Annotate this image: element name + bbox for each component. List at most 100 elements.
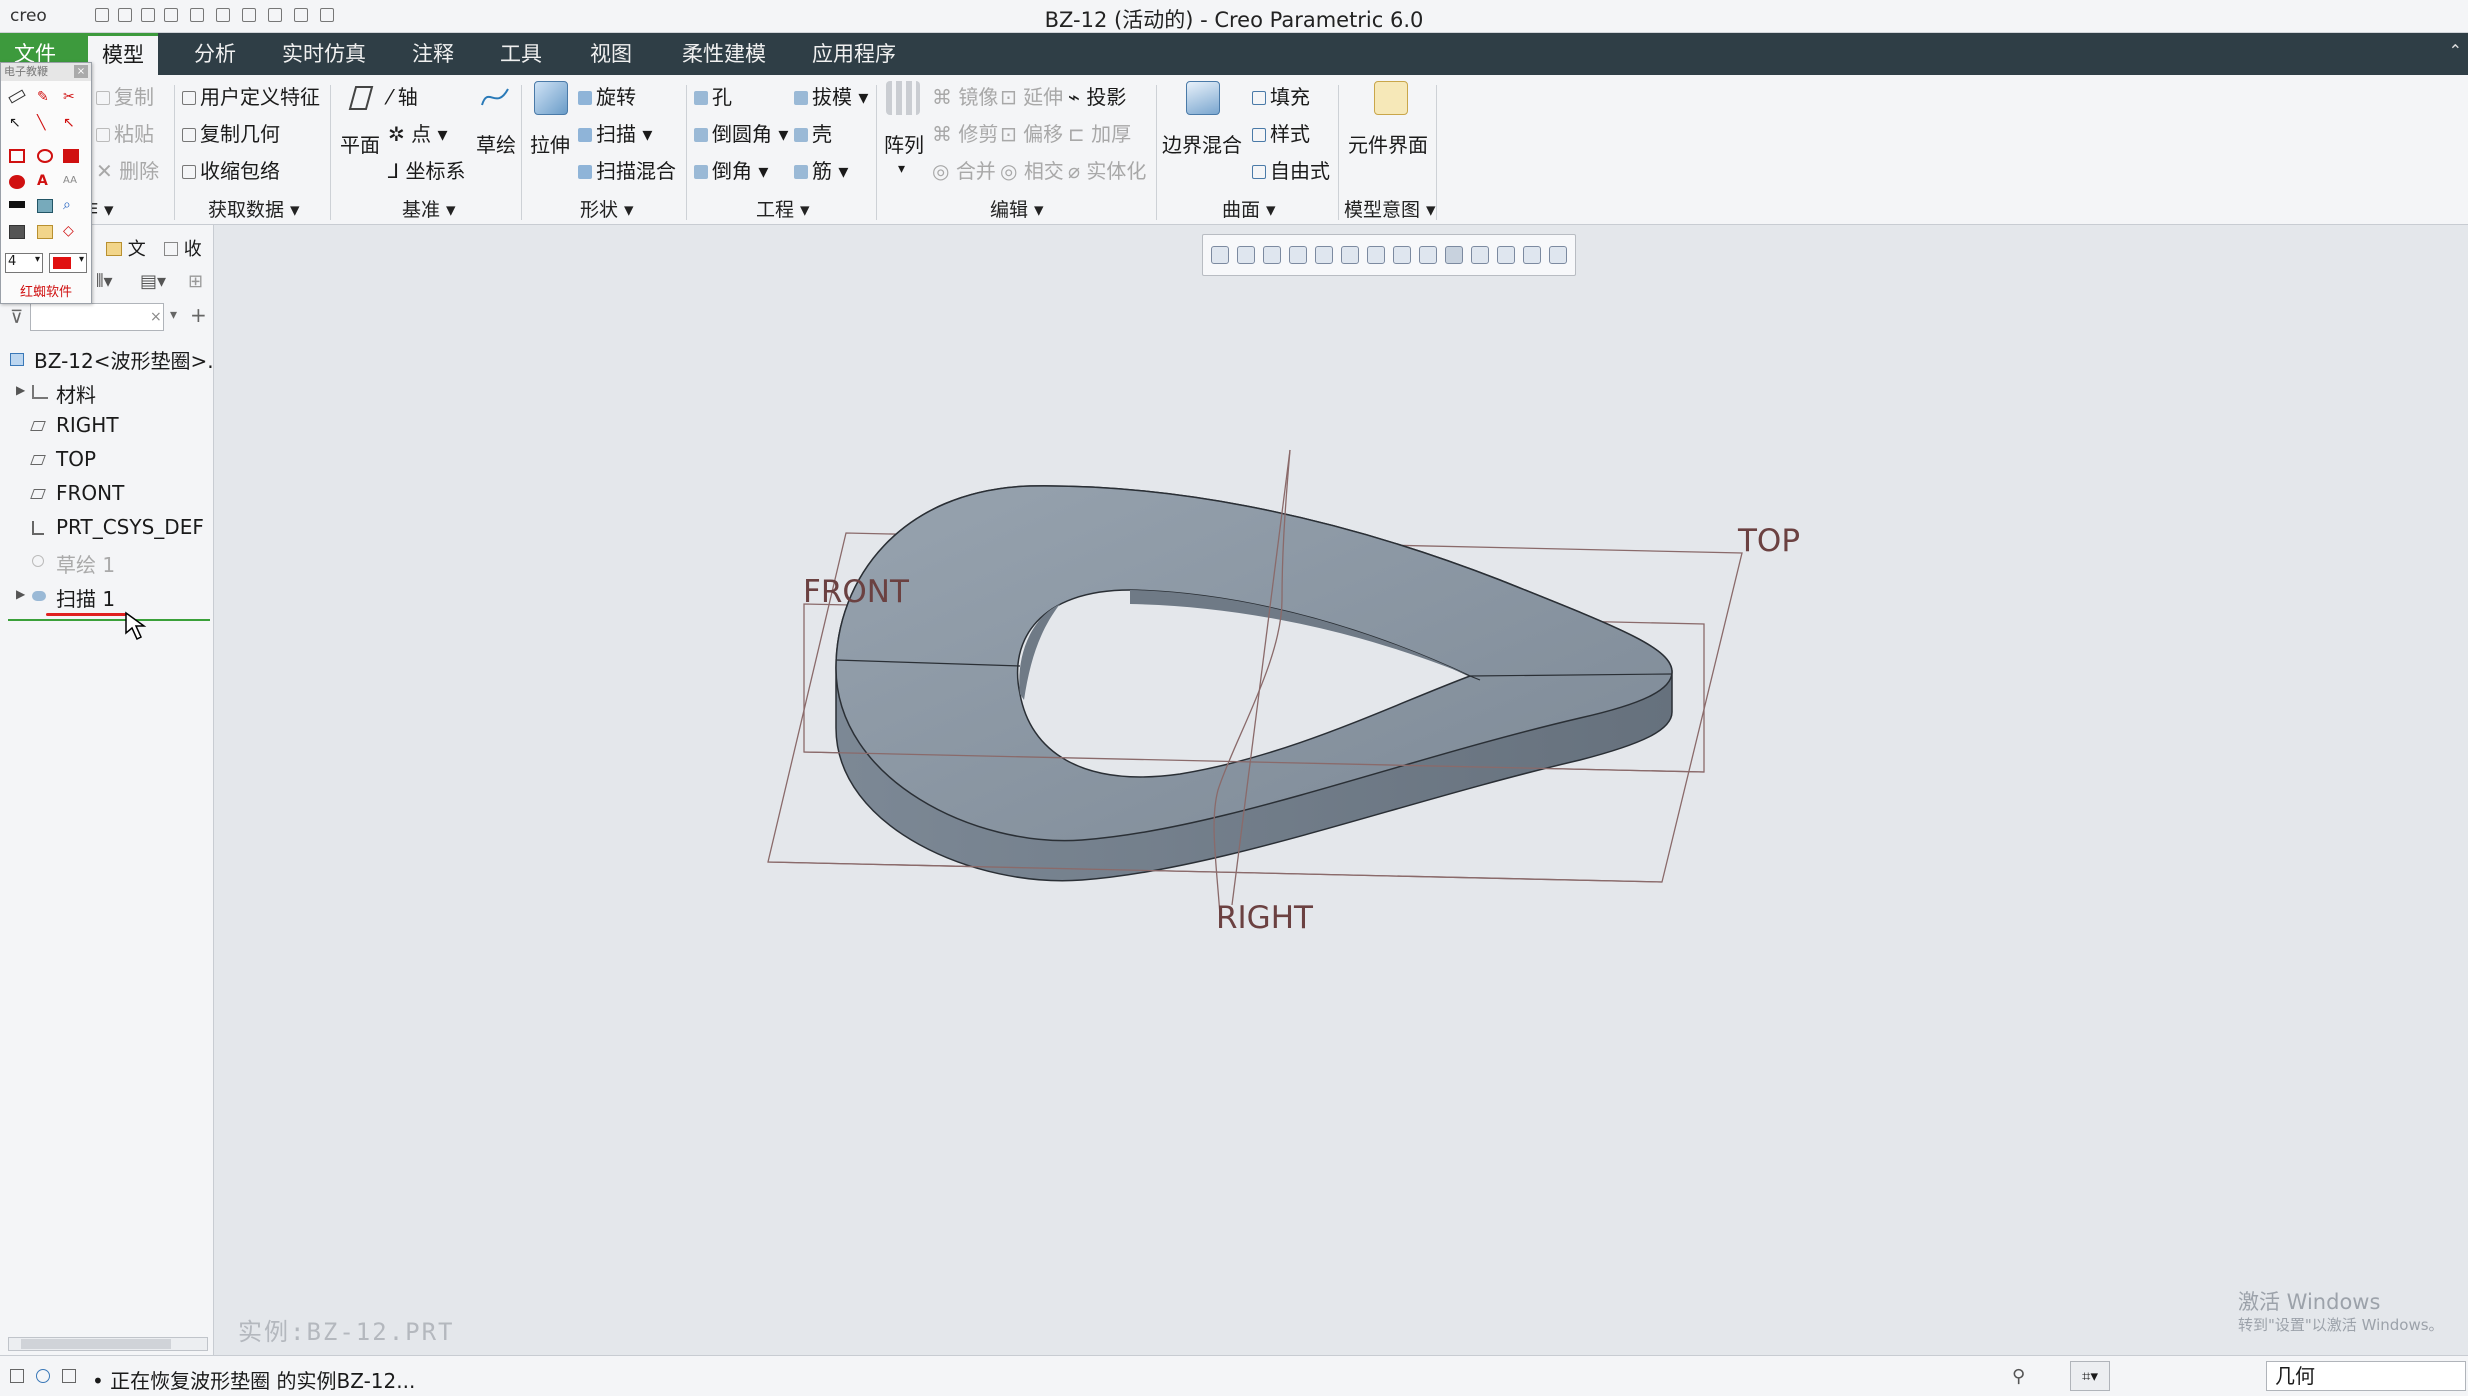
tab-model[interactable]: 模型 — [88, 33, 158, 75]
tree-item-csys[interactable]: PRT_CSYS_DEF — [0, 515, 214, 545]
tree-item-part[interactable]: BZ-12<波形垫圈>. — [0, 345, 214, 375]
hole-button[interactable]: 孔 — [694, 81, 732, 110]
navigator-toggle-icon[interactable] — [10, 1369, 24, 1383]
tree-settings-icon[interactable]: ▤▾ — [140, 271, 166, 292]
top-datum-label[interactable]: TOP — [1738, 523, 1800, 559]
tree-item-front[interactable]: FRONT — [0, 481, 214, 511]
intersect-button[interactable]: ◎ 相交 — [1000, 155, 1064, 184]
style-button[interactable]: 样式 — [1252, 118, 1310, 147]
datum-group-label[interactable]: 基准 ▾ — [402, 195, 456, 222]
shapes-group-label[interactable]: 形状 ▾ — [580, 195, 634, 222]
search-dropdown-icon[interactable]: ▾ — [170, 307, 177, 323]
shell-button[interactable]: 壳 — [794, 118, 832, 147]
pattern-dropdown-icon[interactable]: ▾ — [898, 161, 905, 177]
graphics-viewport[interactable] — [214, 225, 2468, 1355]
browser-toggle-icon[interactable] — [36, 1369, 50, 1383]
close-window-icon[interactable] — [294, 8, 308, 22]
rectangle-tool-icon[interactable] — [9, 149, 25, 163]
tab-tools[interactable]: 工具 — [486, 33, 556, 75]
quick-access-more-icon[interactable] — [320, 8, 334, 22]
save-icon[interactable] — [164, 8, 178, 22]
expand-arrow-icon[interactable]: ▶ — [16, 587, 25, 601]
font-size-icon[interactable]: AA — [63, 175, 79, 189]
paste-button[interactable]: 粘贴 — [96, 118, 154, 147]
shrinkwrap-button[interactable]: 收缩包络 — [182, 155, 280, 184]
clear-search-icon[interactable]: × — [150, 309, 162, 325]
ribbon-collapse-icon[interactable]: ⌃ — [2449, 41, 2462, 60]
tab-folder-browser[interactable]: 文 — [106, 235, 146, 261]
solidify-button[interactable]: ⌀ 实体化 — [1068, 155, 1146, 184]
regen-status-icon[interactable]: ⚲ — [2012, 1366, 2025, 1387]
trim-button[interactable]: ⌘ 修剪 — [932, 118, 998, 147]
line-tool-icon[interactable]: ╲ — [37, 115, 53, 131]
csys-button[interactable]: ⅃ 坐标系 — [388, 155, 466, 184]
new-file-icon[interactable] — [95, 8, 109, 22]
plane-button[interactable]: 平面 — [340, 129, 380, 158]
add-filter-icon[interactable]: + — [190, 303, 207, 327]
insert-indicator[interactable] — [8, 619, 210, 621]
pen-icon[interactable]: ✎ — [37, 89, 53, 105]
filled-ellipse-icon[interactable] — [9, 175, 25, 189]
tree-filter-settings-icon[interactable]: ⊞ — [188, 271, 203, 292]
palette-close-icon[interactable]: × — [74, 65, 88, 78]
tree-columns-icon[interactable]: ⫴▾ — [96, 271, 113, 292]
point-button[interactable]: ✲ 点 ▾ — [388, 118, 448, 147]
expand-arrow-icon[interactable]: ▶ — [16, 383, 25, 397]
offset-button[interactable]: ⊡ 偏移 — [1000, 118, 1063, 147]
filled-rectangle-icon[interactable] — [63, 149, 79, 163]
tree-search-input[interactable] — [30, 303, 164, 331]
mirror-button[interactable]: ⌘ 镜像 — [932, 81, 998, 110]
color-select[interactable]: ▾ — [49, 253, 87, 273]
engineering-group-label[interactable]: 工程 ▾ — [756, 195, 810, 222]
horizontal-scrollbar[interactable] — [8, 1337, 208, 1351]
pattern-button[interactable]: 阵列 — [884, 129, 924, 158]
boundary-blend-button[interactable]: 边界混合 — [1162, 129, 1242, 158]
copy-button[interactable]: 复制 — [96, 81, 154, 110]
arrow-tool-icon[interactable]: ↖ — [63, 115, 79, 131]
extrude-button[interactable]: 拉伸 — [530, 129, 570, 158]
swept-blend-button[interactable]: 扫描混合 — [578, 155, 676, 184]
tab-flexible-modeling[interactable]: 柔性建模 — [668, 33, 780, 75]
selection-filter-dropdown[interactable]: 几何 — [2266, 1361, 2466, 1391]
text-tool-icon[interactable]: A — [37, 173, 53, 189]
ellipse-tool-icon[interactable] — [37, 149, 53, 163]
model-intent-group-label[interactable]: 模型意图 ▾ — [1344, 195, 1436, 222]
undo-icon[interactable] — [190, 8, 204, 22]
axis-button[interactable]: ⁄ 轴 — [388, 81, 418, 110]
copy-geometry-button[interactable]: 复制几何 — [182, 118, 280, 147]
tree-item-sketch[interactable]: 草绘 1 — [0, 549, 214, 579]
thicken-button[interactable]: ⊏ 加厚 — [1068, 118, 1131, 147]
eraser-icon[interactable] — [8, 89, 26, 104]
surfaces-group-label[interactable]: 曲面 ▾ — [1222, 195, 1276, 222]
full-screen-icon[interactable] — [62, 1369, 76, 1383]
shape-tool-icon[interactable]: ◇ — [63, 223, 79, 239]
tab-annotate[interactable]: 注释 — [398, 33, 468, 75]
tree-item-sweep[interactable]: ▶ 扫描 1 — [0, 583, 214, 613]
tab-applications[interactable]: 应用程序 — [798, 33, 910, 75]
draft-button[interactable]: 拔模 ▾ — [794, 81, 868, 110]
tab-view[interactable]: 视图 — [576, 33, 646, 75]
screenshot-icon[interactable] — [37, 199, 53, 213]
sketch-button[interactable]: 草绘 — [476, 129, 516, 158]
project-button[interactable]: ⌁ 投影 — [1068, 81, 1126, 110]
regenerate-icon[interactable] — [242, 8, 256, 22]
delete-button[interactable]: ✕ 删除 — [96, 155, 159, 184]
highlighter-icon[interactable] — [9, 201, 25, 208]
tab-favorites[interactable]: 收 — [164, 235, 202, 261]
component-interface-button[interactable]: 元件界面 — [1348, 129, 1428, 158]
clear-icon[interactable]: ✂ — [63, 89, 79, 105]
front-datum-label[interactable]: FRONT — [803, 574, 909, 610]
revolve-button[interactable]: 旋转 — [578, 81, 636, 110]
line-width-select[interactable]: 4 ▾ — [5, 253, 43, 273]
udf-button[interactable]: 用户定义特征 — [182, 81, 320, 110]
pointer-tool-icon[interactable]: ↖ — [9, 115, 25, 131]
fill-button[interactable]: 填充 — [1252, 81, 1310, 110]
freestyle-button[interactable]: 自由式 — [1252, 155, 1330, 184]
magnifier-icon[interactable]: ⌕ — [63, 197, 79, 213]
tree-item-top[interactable]: TOP — [0, 447, 214, 477]
scrollbar-thumb[interactable] — [21, 1339, 171, 1349]
save-drawing-icon[interactable] — [9, 225, 25, 239]
redo-icon[interactable] — [216, 8, 230, 22]
open-folder-icon[interactable] — [141, 8, 155, 22]
rib-button[interactable]: 筋 ▾ — [794, 155, 848, 184]
